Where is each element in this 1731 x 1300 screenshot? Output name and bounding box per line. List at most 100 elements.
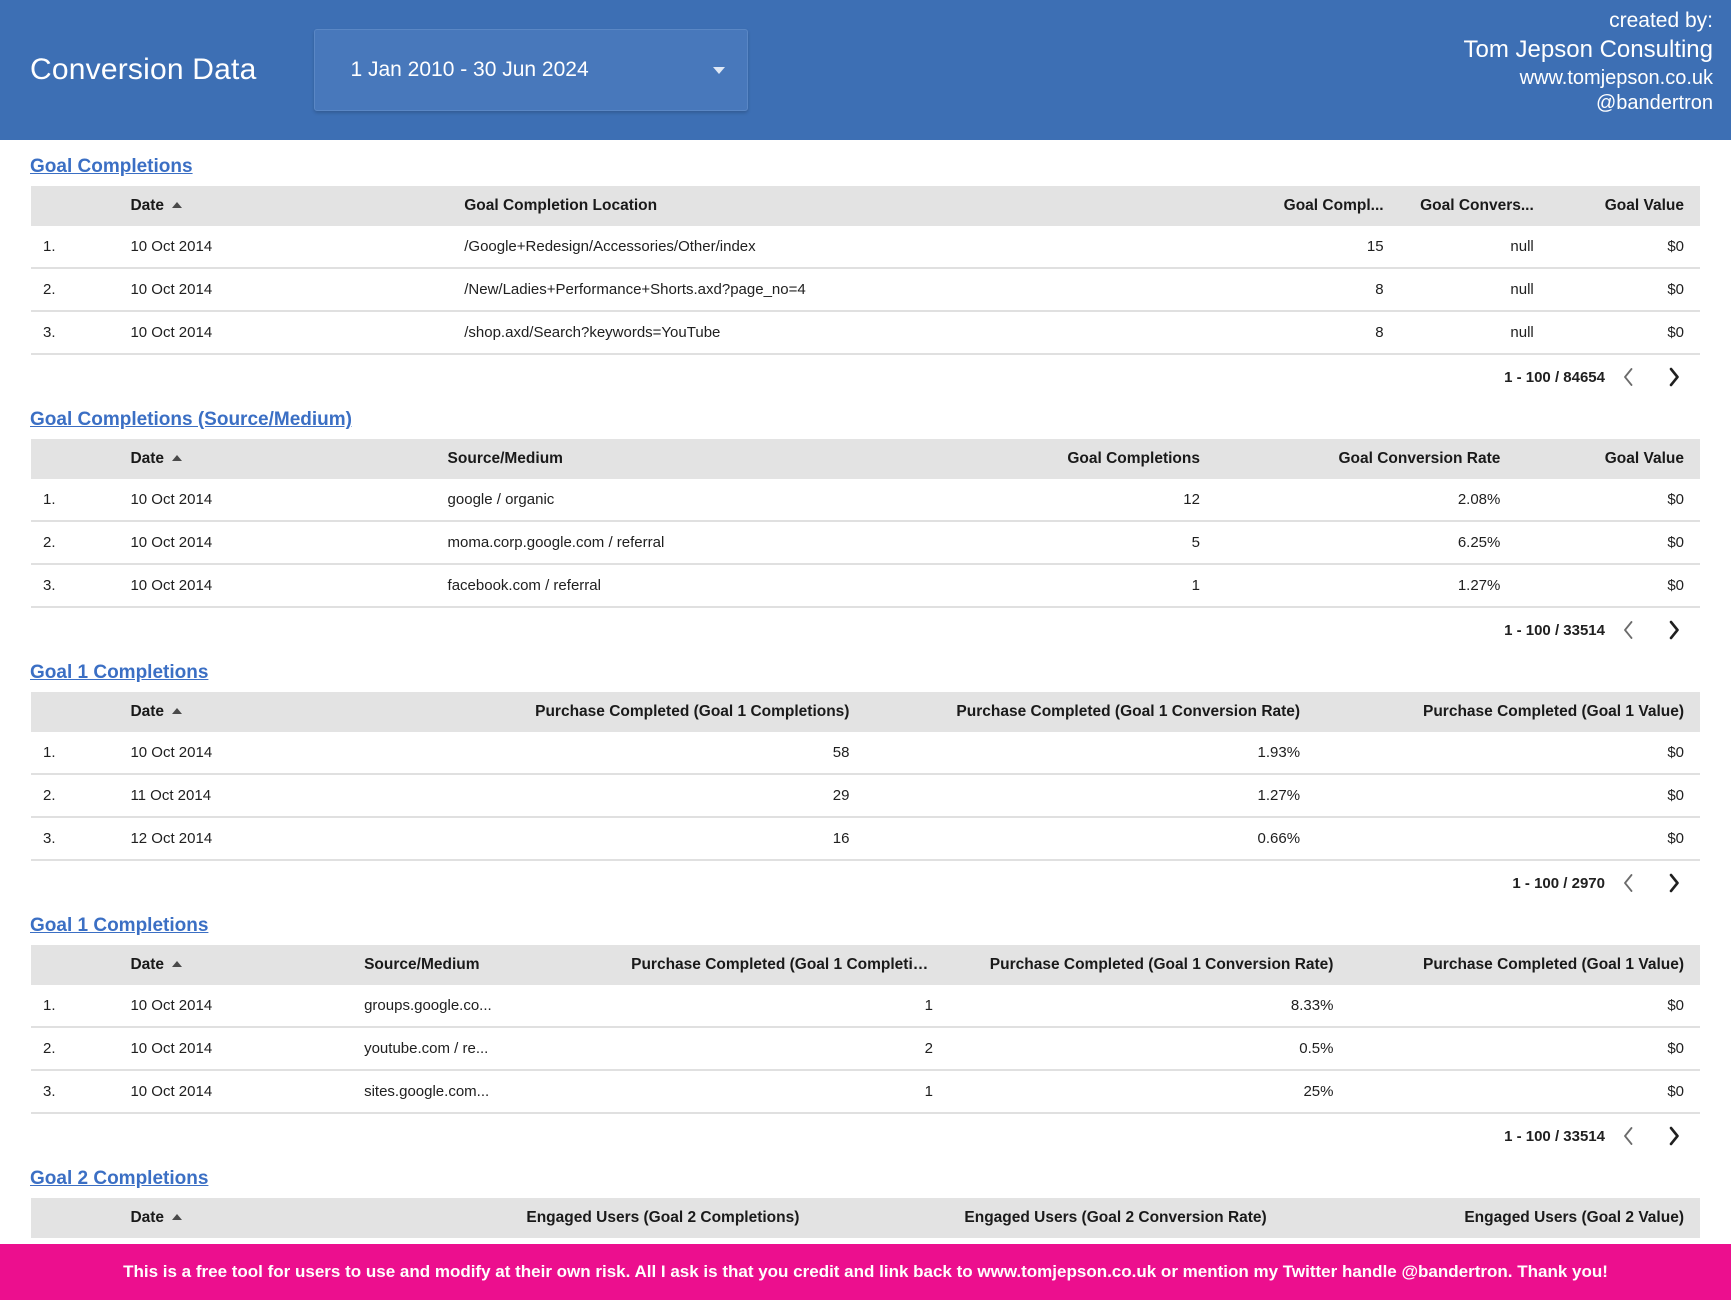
table-cell: 10 Oct 2014: [114, 521, 432, 565]
sort-ascending-icon: [172, 455, 183, 461]
column-header-label: Source/Medium: [364, 956, 480, 973]
table-cell: null: [1399, 311, 1550, 355]
column-header[interactable]: Date: [114, 439, 432, 479]
table-cell: groups.google.co...: [348, 985, 616, 1028]
row-index: 3.: [31, 564, 115, 608]
table-cell: $0: [1349, 985, 1700, 1028]
column-header[interactable]: Source/Medium: [431, 439, 866, 479]
credit-website: www.tomjepson.co.uk: [1519, 66, 1713, 89]
column-header[interactable]: Engaged Users (Goal 2 Conversion Rate): [815, 1198, 1283, 1238]
pagination-controls: 1 - 100 / 33514: [0, 608, 1731, 652]
column-header-label: Goal Completions: [1067, 450, 1200, 467]
table-cell: 2.08%: [1215, 479, 1517, 522]
column-header[interactable]: Goal Value: [1549, 186, 1700, 226]
table-cell: null: [1399, 268, 1550, 312]
column-header[interactable]: Purchase Completed (Goal 1 Value): [1349, 945, 1700, 985]
column-header[interactable]: Purchase Completed (Goal 1 Value): [1316, 692, 1700, 732]
table-cell: /shop.axd/Search?keywords=YouTube: [448, 311, 1233, 355]
table-cell: 1.93%: [865, 732, 1317, 775]
credit-company: Tom Jepson Consulting: [1463, 35, 1713, 63]
row-index: 1.: [31, 985, 115, 1028]
chevron-right-icon[interactable]: [1651, 1121, 1697, 1151]
column-header[interactable]: Source/Medium: [348, 945, 616, 985]
pagination-range-label: 1 - 100 / 33514: [1504, 1127, 1605, 1145]
column-header[interactable]: Date: [114, 1198, 365, 1238]
chevron-right-icon[interactable]: [1651, 615, 1697, 645]
column-header[interactable]: Purchase Completed (Goal 1 Completions): [615, 945, 949, 985]
column-header[interactable]: Purchase Completed (Goal 1 Completions): [498, 692, 866, 732]
column-header[interactable]: Purchase Completed (Goal 1 Conversion Ra…: [948, 945, 1350, 985]
table-cell: $0: [1516, 564, 1700, 608]
table-cell: 12 Oct 2014: [114, 817, 499, 861]
column-header-label: Purchase Completed (Goal 1 Completions): [535, 703, 850, 720]
table-cell: 1: [865, 564, 1216, 608]
column-header[interactable]: Goal Convers...: [1399, 186, 1550, 226]
table-cell: 25%: [948, 1070, 1350, 1114]
column-header-label: Purchase Completed (Goal 1 Conversion Ra…: [956, 703, 1301, 720]
pagination-range-label: 1 - 100 / 33514: [1504, 621, 1605, 639]
chevron-left-icon[interactable]: [1605, 868, 1651, 898]
table-cell: 16: [498, 817, 866, 861]
table-cell: $0: [1516, 521, 1700, 565]
table-cell: 10 Oct 2014: [114, 564, 432, 608]
table-cell: 10 Oct 2014: [114, 311, 449, 355]
chevron-right-icon[interactable]: [1651, 362, 1697, 392]
row-index: 3.: [31, 817, 115, 861]
page-title: Conversion Data: [30, 53, 257, 86]
credit-block: created by: Tom Jepson Consulting www.to…: [1464, 8, 1713, 117]
column-header-label: Date: [130, 450, 165, 467]
column-header[interactable]: Purchase Completed (Goal 1 Conversion Ra…: [865, 692, 1317, 732]
table-cell: $0: [1316, 774, 1700, 818]
chevron-down-icon: [713, 66, 726, 74]
table-cell: 8.33%: [948, 985, 1350, 1028]
section-title-link[interactable]: Goal 1 Completions: [30, 662, 208, 684]
table-row: 3. 12 Oct 2014 16 0.66% $0: [31, 817, 1700, 861]
column-header[interactable]: Date: [114, 692, 499, 732]
date-range-selector[interactable]: 1 Jan 2010 - 30 Jun 2024: [314, 29, 749, 111]
section-title-link[interactable]: Goal 1 Completions: [30, 915, 208, 937]
column-header[interactable]: Goal Completions: [865, 439, 1216, 479]
column-header[interactable]: Date: [114, 186, 449, 226]
row-index: 2.: [31, 1027, 115, 1071]
table-cell: 11 Oct 2014: [114, 774, 499, 818]
table-cell: moma.corp.google.com / referral: [431, 521, 866, 565]
table-row: 1. 10 Oct 2014 groups.google.co... 1 8.33% $0: [31, 985, 1700, 1028]
table-row: 3. 10 Oct 2014/shop.axd/Search?keywords=Y…: [31, 311, 1700, 355]
table-cell: 15: [1232, 226, 1400, 269]
row-index: 2.: [31, 774, 115, 818]
table-cell: 12: [865, 479, 1216, 522]
dashboard-header: Conversion Data 1 Jan 2010 - 30 Jun 2024…: [0, 0, 1731, 140]
table-cell: facebook.com / referral: [431, 564, 866, 608]
column-header-label: Date: [130, 197, 165, 214]
column-header[interactable]: Date: [114, 945, 349, 985]
column-header[interactable]: Engaged Users (Goal 2 Completions): [364, 1198, 816, 1238]
table-row: 2. 10 Oct 2014 moma.corp.google.com / refe…: [31, 521, 1700, 565]
table-header-row: Date Source/Medium Goal Completions Goal Co…: [31, 439, 1700, 479]
chevron-left-icon[interactable]: [1605, 1121, 1651, 1151]
table-header-row: Date Engaged Users (Goal 2 Completions) En…: [31, 1198, 1700, 1238]
table-cell: 10 Oct 2014: [114, 1070, 349, 1114]
column-header[interactable]: Engaged Users (Goal 2 Value): [1282, 1198, 1700, 1238]
table-cell: $0: [1549, 226, 1700, 269]
table-cell: 10 Oct 2014: [114, 732, 499, 775]
chevron-right-icon[interactable]: [1651, 868, 1697, 898]
table-cell: $0: [1516, 479, 1700, 522]
sort-ascending-icon: [172, 961, 183, 967]
chevron-left-icon[interactable]: [1605, 362, 1651, 392]
chevron-left-icon[interactable]: [1605, 615, 1651, 645]
section-title-link[interactable]: Goal Completions: [30, 156, 193, 178]
column-header[interactable]: Goal Compl...: [1232, 186, 1400, 226]
column-header[interactable]: Goal Completion Location: [448, 186, 1233, 226]
column-header-label: Purchase Completed (Goal 1 Value): [1423, 703, 1684, 720]
table-cell: youtube.com / re...: [348, 1027, 616, 1071]
column-header[interactable]: Goal Conversion Rate: [1215, 439, 1517, 479]
section-title-link[interactable]: Goal 2 Completions: [30, 1168, 208, 1190]
column-header[interactable]: Goal Value: [1516, 439, 1700, 479]
table-cell: 0.66%: [865, 817, 1317, 861]
table-row: 3. 10 Oct 2014 facebook.com / referral 1 1.2…: [31, 564, 1700, 608]
column-header-label: Source/Medium: [447, 450, 563, 467]
table-cell: 10 Oct 2014: [114, 226, 449, 269]
column-header-label: Purchase Completed (Goal 1 Value): [1423, 956, 1684, 973]
section-title-link[interactable]: Goal Completions (Source/Medium): [30, 409, 352, 431]
pagination-range-label: 1 - 100 / 2970: [1512, 874, 1605, 892]
